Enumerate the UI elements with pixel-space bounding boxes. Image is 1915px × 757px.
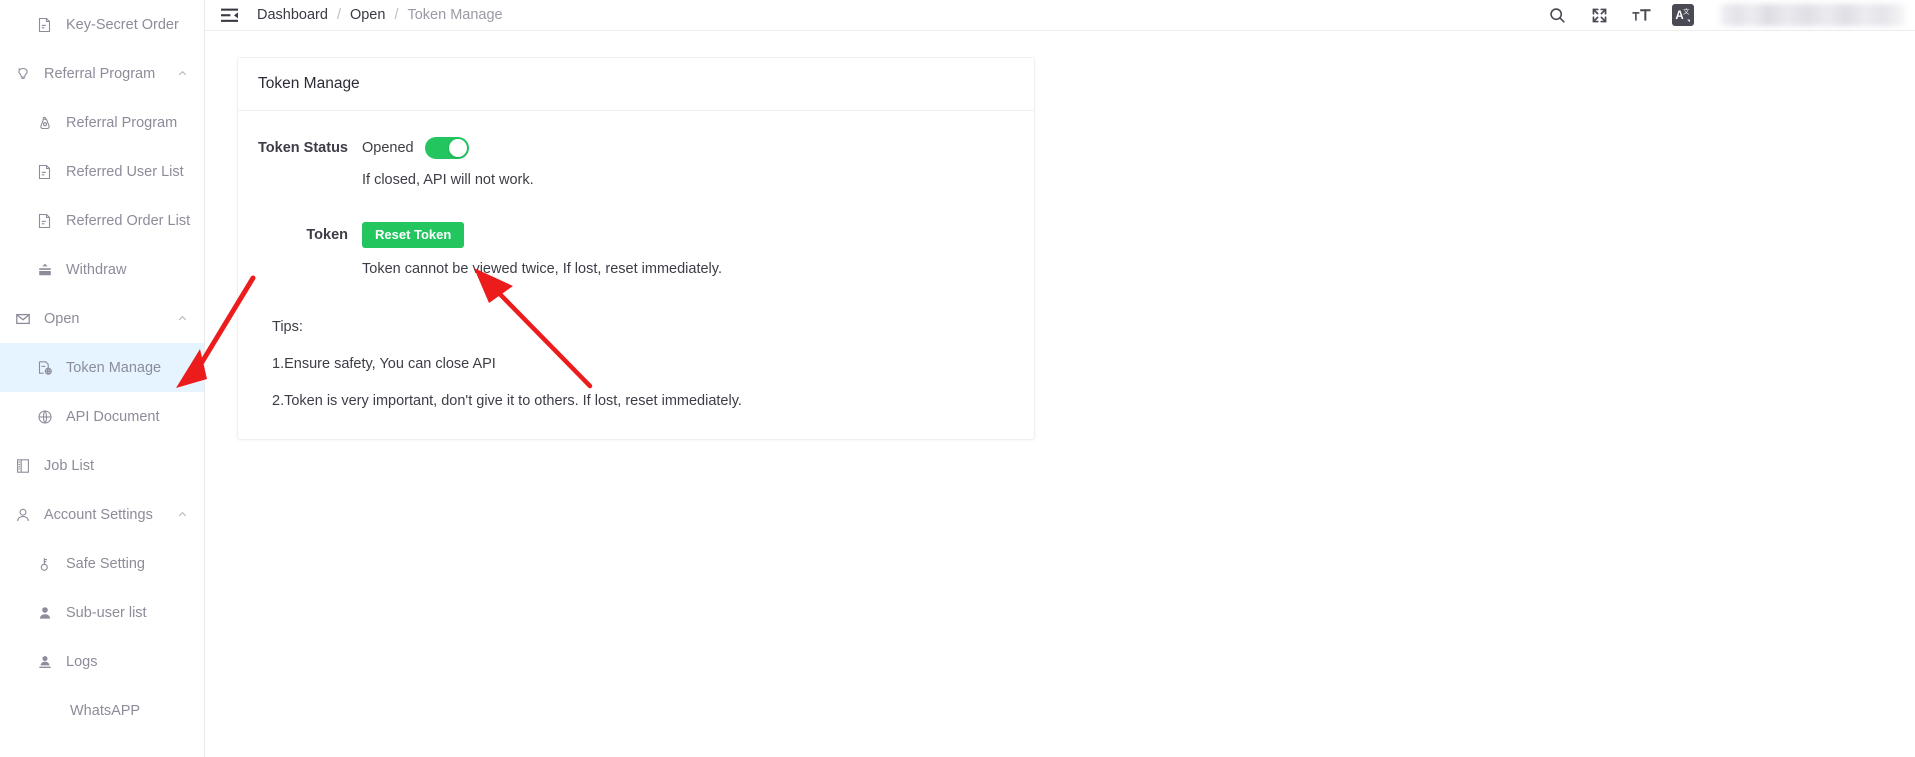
top-header: Dashboard / Open / Token Manage A 文 <box>205 0 1915 31</box>
sidebar-item-label: Referral Program <box>66 114 178 131</box>
sidebar-item-logs[interactable]: Logs <box>0 637 204 686</box>
user-solid-icon <box>36 604 54 622</box>
svg-text:文: 文 <box>1683 7 1690 16</box>
user-log-icon <box>36 653 54 671</box>
sidebar-item-whatsapp[interactable]: WhatsAPP <box>0 686 204 735</box>
token-manage-icon <box>36 359 54 377</box>
menu-fold-icon[interactable] <box>219 5 239 25</box>
search-icon[interactable] <box>1546 4 1568 26</box>
sidebar-navigation: Key-Secret Order Referral Program Referr… <box>0 0 205 757</box>
sidebar-item-label: Referred Order List <box>66 212 191 229</box>
sidebar-item-key-secret-order[interactable]: Key-Secret Order <box>0 0 204 49</box>
referral-icon <box>14 65 32 83</box>
breadcrumb-item-open[interactable]: Open <box>350 7 385 23</box>
breadcrumb-item-dashboard[interactable]: Dashboard <box>257 7 328 23</box>
tips-line-1: 1.Ensure safety, You can close API <box>272 356 496 372</box>
token-hint: Token cannot be viewed twice, If lost, r… <box>362 261 722 277</box>
chevron-up-icon[interactable] <box>177 68 188 79</box>
card-title: Token Manage <box>238 58 1034 111</box>
font-size-icon[interactable] <box>1630 4 1652 26</box>
order-doc-icon <box>36 212 54 230</box>
sidebar-item-label: Referred User List <box>66 163 184 180</box>
sidebar-item-label: Logs <box>66 653 98 670</box>
token-row: Token Reset Token <box>258 222 1014 248</box>
token-status-toggle[interactable] <box>424 137 469 159</box>
breadcrumb-separator: / <box>336 7 341 23</box>
order-doc-icon <box>36 16 54 34</box>
referral-bag-icon <box>36 114 54 132</box>
sidebar-item-job-list[interactable]: Job List <box>0 441 204 490</box>
breadcrumb-separator: / <box>394 7 399 23</box>
sidebar-item-referred-order-list[interactable]: Referred Order List <box>0 196 204 245</box>
main-region: Dashboard / Open / Token Manage A 文 Toke… <box>205 0 1915 757</box>
sidebar-item-label: Withdraw <box>66 261 127 278</box>
fullscreen-icon[interactable] <box>1588 4 1610 26</box>
content-area: Token Manage Token Status Opened If clos… <box>205 31 1915 757</box>
token-status-control: Opened <box>362 137 469 159</box>
withdraw-icon <box>36 261 54 279</box>
sidebar-group-referral-program[interactable]: Referral Program <box>0 49 204 98</box>
sidebar-item-api-document[interactable]: API Document <box>0 392 204 441</box>
sidebar-group-label: Account Settings <box>44 506 153 523</box>
reset-token-button[interactable]: Reset Token <box>362 222 465 248</box>
user-outline-icon <box>14 506 32 524</box>
breadcrumb: Dashboard / Open / Token Manage <box>257 7 503 23</box>
sidebar-item-label: API Document <box>66 408 160 425</box>
key-icon <box>36 555 54 573</box>
token-status-label: Token Status <box>258 140 348 156</box>
order-doc-icon <box>36 163 54 181</box>
translate-icon[interactable]: A 文 <box>1672 4 1694 26</box>
token-label: Token <box>306 227 348 243</box>
token-control: Reset Token <box>362 222 465 248</box>
sidebar-group-label: Referral Program <box>44 65 156 82</box>
sidebar-item-referred-user-list[interactable]: Referred User List <box>0 147 204 196</box>
sidebar-item-label: Job List <box>44 457 94 474</box>
header-actions: A 文 <box>1546 4 1915 26</box>
sidebar-item-sub-user-list[interactable]: Sub-user list <box>0 588 204 637</box>
sidebar-item-label: Safe Setting <box>66 555 145 572</box>
token-status-hint: If closed, API will not work. <box>362 172 534 188</box>
sidebar-group-account-settings[interactable]: Account Settings <box>0 490 204 539</box>
breadcrumb-item-token-manage: Token Manage <box>407 7 503 23</box>
sidebar-group-open[interactable]: Open <box>0 294 204 343</box>
sidebar-item-safe-setting[interactable]: Safe Setting <box>0 539 204 588</box>
mail-icon <box>14 310 32 328</box>
globe-icon <box>36 408 54 426</box>
token-status-value: Opened <box>362 140 414 156</box>
app-root: Key-Secret Order Referral Program Referr… <box>0 0 1915 757</box>
card-body: Token Status Opened If closed, API will … <box>238 111 1034 439</box>
sidebar-item-label: Key-Secret Order <box>66 16 179 33</box>
sidebar-item-withdraw[interactable]: Withdraw <box>0 245 204 294</box>
job-list-icon <box>14 457 32 475</box>
sidebar-item-label: WhatsAPP <box>70 702 141 719</box>
tips-heading: Tips: <box>272 319 303 335</box>
tips-block: Tips: 1.Ensure safety, You can close API… <box>258 319 1014 409</box>
sidebar-group-label: Open <box>44 310 80 327</box>
chevron-up-icon[interactable] <box>177 509 188 520</box>
sidebar-item-referral-program[interactable]: Referral Program <box>0 98 204 147</box>
toggle-knob <box>448 139 467 157</box>
token-manage-card: Token Manage Token Status Opened If clos… <box>237 57 1035 440</box>
sidebar-item-label: Token Manage <box>66 359 162 376</box>
sidebar-item-label: Sub-user list <box>66 604 147 621</box>
tips-line-2: 2.Token is very important, don't give it… <box>272 393 742 409</box>
sidebar-item-token-manage[interactable]: Token Manage <box>0 343 204 392</box>
token-status-row: Token Status Opened <box>258 137 1014 159</box>
user-account-area[interactable] <box>1720 4 1905 26</box>
chevron-up-icon[interactable] <box>177 313 188 324</box>
